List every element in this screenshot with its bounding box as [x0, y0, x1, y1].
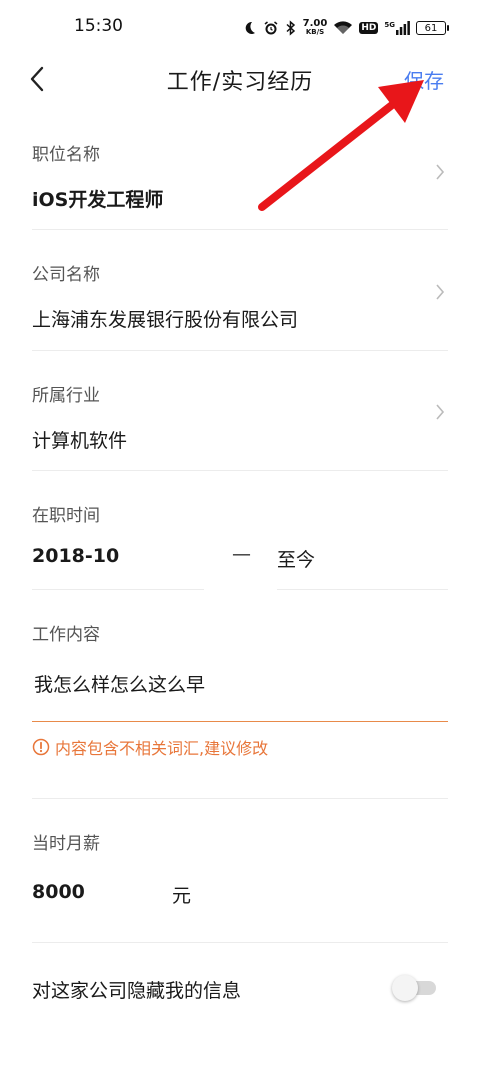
network-speed-value: 7.00 — [302, 18, 328, 29]
network-type: 5G — [384, 21, 395, 29]
work-content-label: 工作内容 — [32, 625, 100, 645]
industry-value: 计算机软件 — [32, 430, 128, 452]
tenure-start-picker[interactable]: 2018-10 — [32, 545, 119, 567]
position-label: 职位名称 — [32, 145, 100, 165]
network-speed: 7.00 KB/S — [303, 19, 328, 37]
industry-label: 所属行业 — [32, 386, 100, 406]
divider — [32, 350, 448, 351]
salary-input[interactable]: 8000 — [32, 881, 85, 903]
tenure-label: 在职时间 — [32, 506, 100, 526]
work-content-input[interactable]: 我怎么样怎么这么早 — [34, 670, 205, 697]
bluetooth-icon — [286, 20, 295, 36]
warning-icon — [32, 738, 50, 756]
chevron-right-icon — [436, 404, 445, 420]
tenure-end-underline — [277, 589, 448, 590]
wifi-icon — [334, 21, 353, 34]
work-content-field: 工作内容 — [32, 620, 448, 645]
hide-info-label: 对这家公司隐藏我的信息 — [32, 980, 242, 1002]
alarm-icon — [264, 21, 278, 35]
work-content-underline — [32, 721, 448, 722]
battery-level: 61 — [424, 22, 438, 34]
company-label: 公司名称 — [32, 265, 100, 285]
chevron-right-icon — [436, 284, 445, 300]
warning-text: 内容包含不相关词汇,建议修改 — [55, 739, 269, 758]
status-bar: 15:30 7.00 KB/S HD 5G 61 — [0, 0, 480, 56]
divider — [32, 229, 448, 230]
salary-field: 当时月薪 — [32, 829, 448, 854]
divider — [32, 942, 448, 943]
salary-label: 当时月薪 — [32, 834, 100, 854]
signal-bars-icon — [396, 21, 410, 35]
validation-warning: 内容包含不相关词汇,建议修改 — [32, 735, 268, 759]
battery-indicator: 61 — [416, 21, 449, 35]
divider — [32, 470, 448, 471]
position-field[interactable]: 职位名称 iOS开发工程师 — [32, 140, 448, 212]
tenure-start-underline — [32, 589, 204, 590]
tenure-field: 在职时间 — [32, 501, 448, 526]
position-value: iOS开发工程师 — [32, 189, 164, 211]
tenure-separator: — — [232, 543, 251, 565]
cellular-signal: 5G — [384, 21, 410, 35]
chevron-right-icon — [436, 164, 445, 180]
toggle-knob — [392, 975, 418, 1001]
network-speed-unit: KB/S — [305, 28, 325, 36]
status-icons: 7.00 KB/S HD 5G 61 — [241, 14, 449, 42]
hide-info-toggle[interactable] — [392, 975, 438, 1001]
company-field[interactable]: 公司名称 上海浦东发展银行股份有限公司 — [32, 260, 448, 332]
salary-unit: 元 — [172, 885, 192, 907]
moon-icon — [245, 21, 255, 34]
save-button[interactable]: 保存 — [404, 65, 444, 94]
tenure-end-picker[interactable]: 至今 — [277, 545, 315, 572]
divider — [32, 798, 448, 799]
nav-bar: 工作/实习经历 保存 — [0, 56, 480, 102]
status-time: 15:30 — [74, 16, 123, 36]
industry-field[interactable]: 所属行业 计算机软件 — [32, 381, 448, 453]
company-value: 上海浦东发展银行股份有限公司 — [32, 309, 299, 331]
hd-badge: HD — [359, 22, 379, 34]
